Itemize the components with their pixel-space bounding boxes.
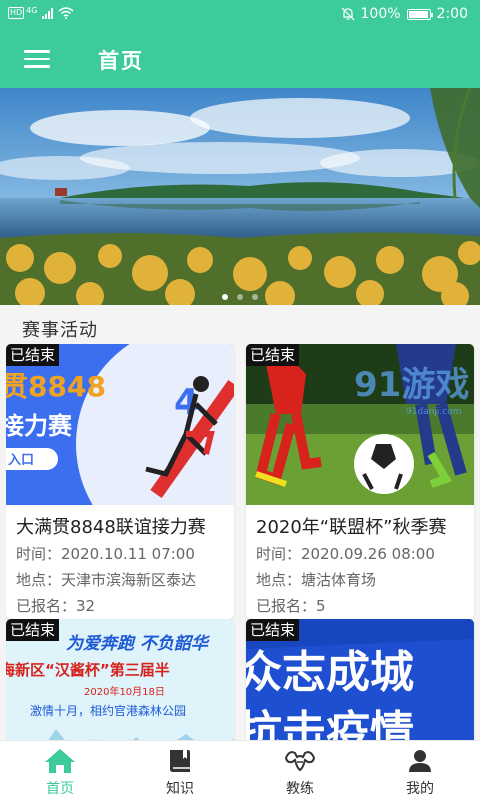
event-card[interactable]: 为爱奔跑 不负韶华 海新区“汉酱杯”第三届半 2020年10月18日 激情十月，…	[6, 619, 234, 740]
nav-label: 教练	[286, 781, 314, 797]
event-card[interactable]: 贯8848 接力赛 入口 4 已结束 大满贯8848联谊接力赛 时间：2020.…	[6, 344, 234, 619]
svg-text:贯8848: 贯8848	[6, 370, 106, 403]
person-icon	[403, 747, 437, 775]
nav-item-home[interactable]: 首页	[0, 741, 120, 800]
event-poster: 贯8848 接力赛 入口 4 已结束	[6, 344, 234, 505]
carousel-dot[interactable]	[252, 294, 258, 300]
svg-text:入口: 入口	[8, 453, 34, 468]
nav-label: 知识	[166, 781, 194, 797]
status-badge: 已结束	[6, 619, 60, 641]
svg-text:91游戏: 91游戏	[354, 365, 469, 405]
section-title: 赛事活动	[22, 320, 98, 341]
battery-percent: 100%	[360, 6, 401, 22]
event-card[interactable]: 91游戏 91danji.com 已结束 2020年“联盟杯”秋季赛 时间：20…	[246, 344, 474, 619]
bottom-navigation: 首页 知识 教练 我的	[0, 740, 480, 800]
status-badge: 已结束	[6, 344, 60, 366]
banner-image	[0, 88, 480, 305]
carousel-indicator	[0, 294, 480, 300]
event-poster: 91游戏 91danji.com 已结束	[246, 344, 474, 505]
carousel-dot[interactable]	[222, 294, 228, 300]
network-type: 4G	[26, 5, 38, 15]
banner-carousel[interactable]	[0, 88, 480, 305]
svg-text:2020年10月18日: 2020年10月18日	[84, 685, 165, 698]
svg-text:为爱奔跑 不负韶华: 为爱奔跑 不负韶华	[66, 634, 211, 654]
mute-bell-icon	[341, 7, 354, 21]
carousel-dot[interactable]	[237, 294, 243, 300]
event-card[interactable]: 众志成城 抗击疫情 已结束	[246, 619, 474, 740]
book-icon	[163, 747, 197, 775]
event-signups: 已报名：5	[256, 597, 326, 615]
page-title: 首页	[98, 49, 144, 73]
status-bar: HD 4G 100% 2:00	[0, 0, 480, 30]
event-poster: 为爱奔跑 不负韶华 海新区“汉酱杯”第三届半 2020年10月18日 激情十月，…	[6, 619, 234, 740]
menu-icon[interactable]	[24, 50, 50, 68]
home-icon	[43, 747, 77, 775]
svg-text:激情十月，相约官港森林公园: 激情十月，相约官港森林公园	[30, 703, 186, 718]
svg-text:接力赛: 接力赛	[6, 412, 73, 440]
svg-text:众志成城: 众志成城	[246, 647, 414, 698]
nav-item-profile[interactable]: 我的	[360, 741, 480, 800]
event-grid: 贯8848 接力赛 入口 4 已结束 大满贯8848联谊接力赛 时间：2020.…	[6, 344, 476, 740]
battery-icon	[406, 8, 433, 20]
hd-icon: HD	[8, 7, 25, 19]
signal-icon	[42, 7, 54, 19]
svg-text:91danji.com: 91danji.com	[406, 407, 461, 417]
nav-item-knowledge[interactable]: 知识	[120, 741, 240, 800]
status-badge: 已结束	[246, 619, 300, 641]
status-badge: 已结束	[246, 344, 300, 366]
nav-label: 我的	[406, 781, 434, 797]
wifi-icon	[58, 7, 74, 19]
clock: 2:00	[436, 6, 468, 22]
event-location: 地点：塘沽体育场	[256, 571, 377, 589]
event-time: 时间：2020.09.26 08:00	[256, 545, 435, 563]
muscle-icon	[283, 747, 317, 775]
event-poster: 众志成城 抗击疫情 已结束	[246, 619, 474, 740]
event-signups: 已报名：32	[16, 597, 96, 615]
event-time: 时间：2020.10.11 07:00	[16, 545, 195, 563]
app-toolbar: 首页	[0, 30, 480, 88]
svg-text:抗击疫情: 抗击疫情	[246, 707, 414, 740]
event-title: 2020年“联盟杯”秋季赛	[256, 517, 447, 538]
event-location: 地点：天津市滨海新区泰达	[16, 571, 197, 589]
svg-text:海新区“汉酱杯”第三届半: 海新区“汉酱杯”第三届半	[6, 661, 170, 679]
nav-label: 首页	[46, 781, 74, 797]
nav-item-coach[interactable]: 教练	[240, 741, 360, 800]
event-title: 大满贯8848联谊接力赛	[16, 517, 206, 538]
